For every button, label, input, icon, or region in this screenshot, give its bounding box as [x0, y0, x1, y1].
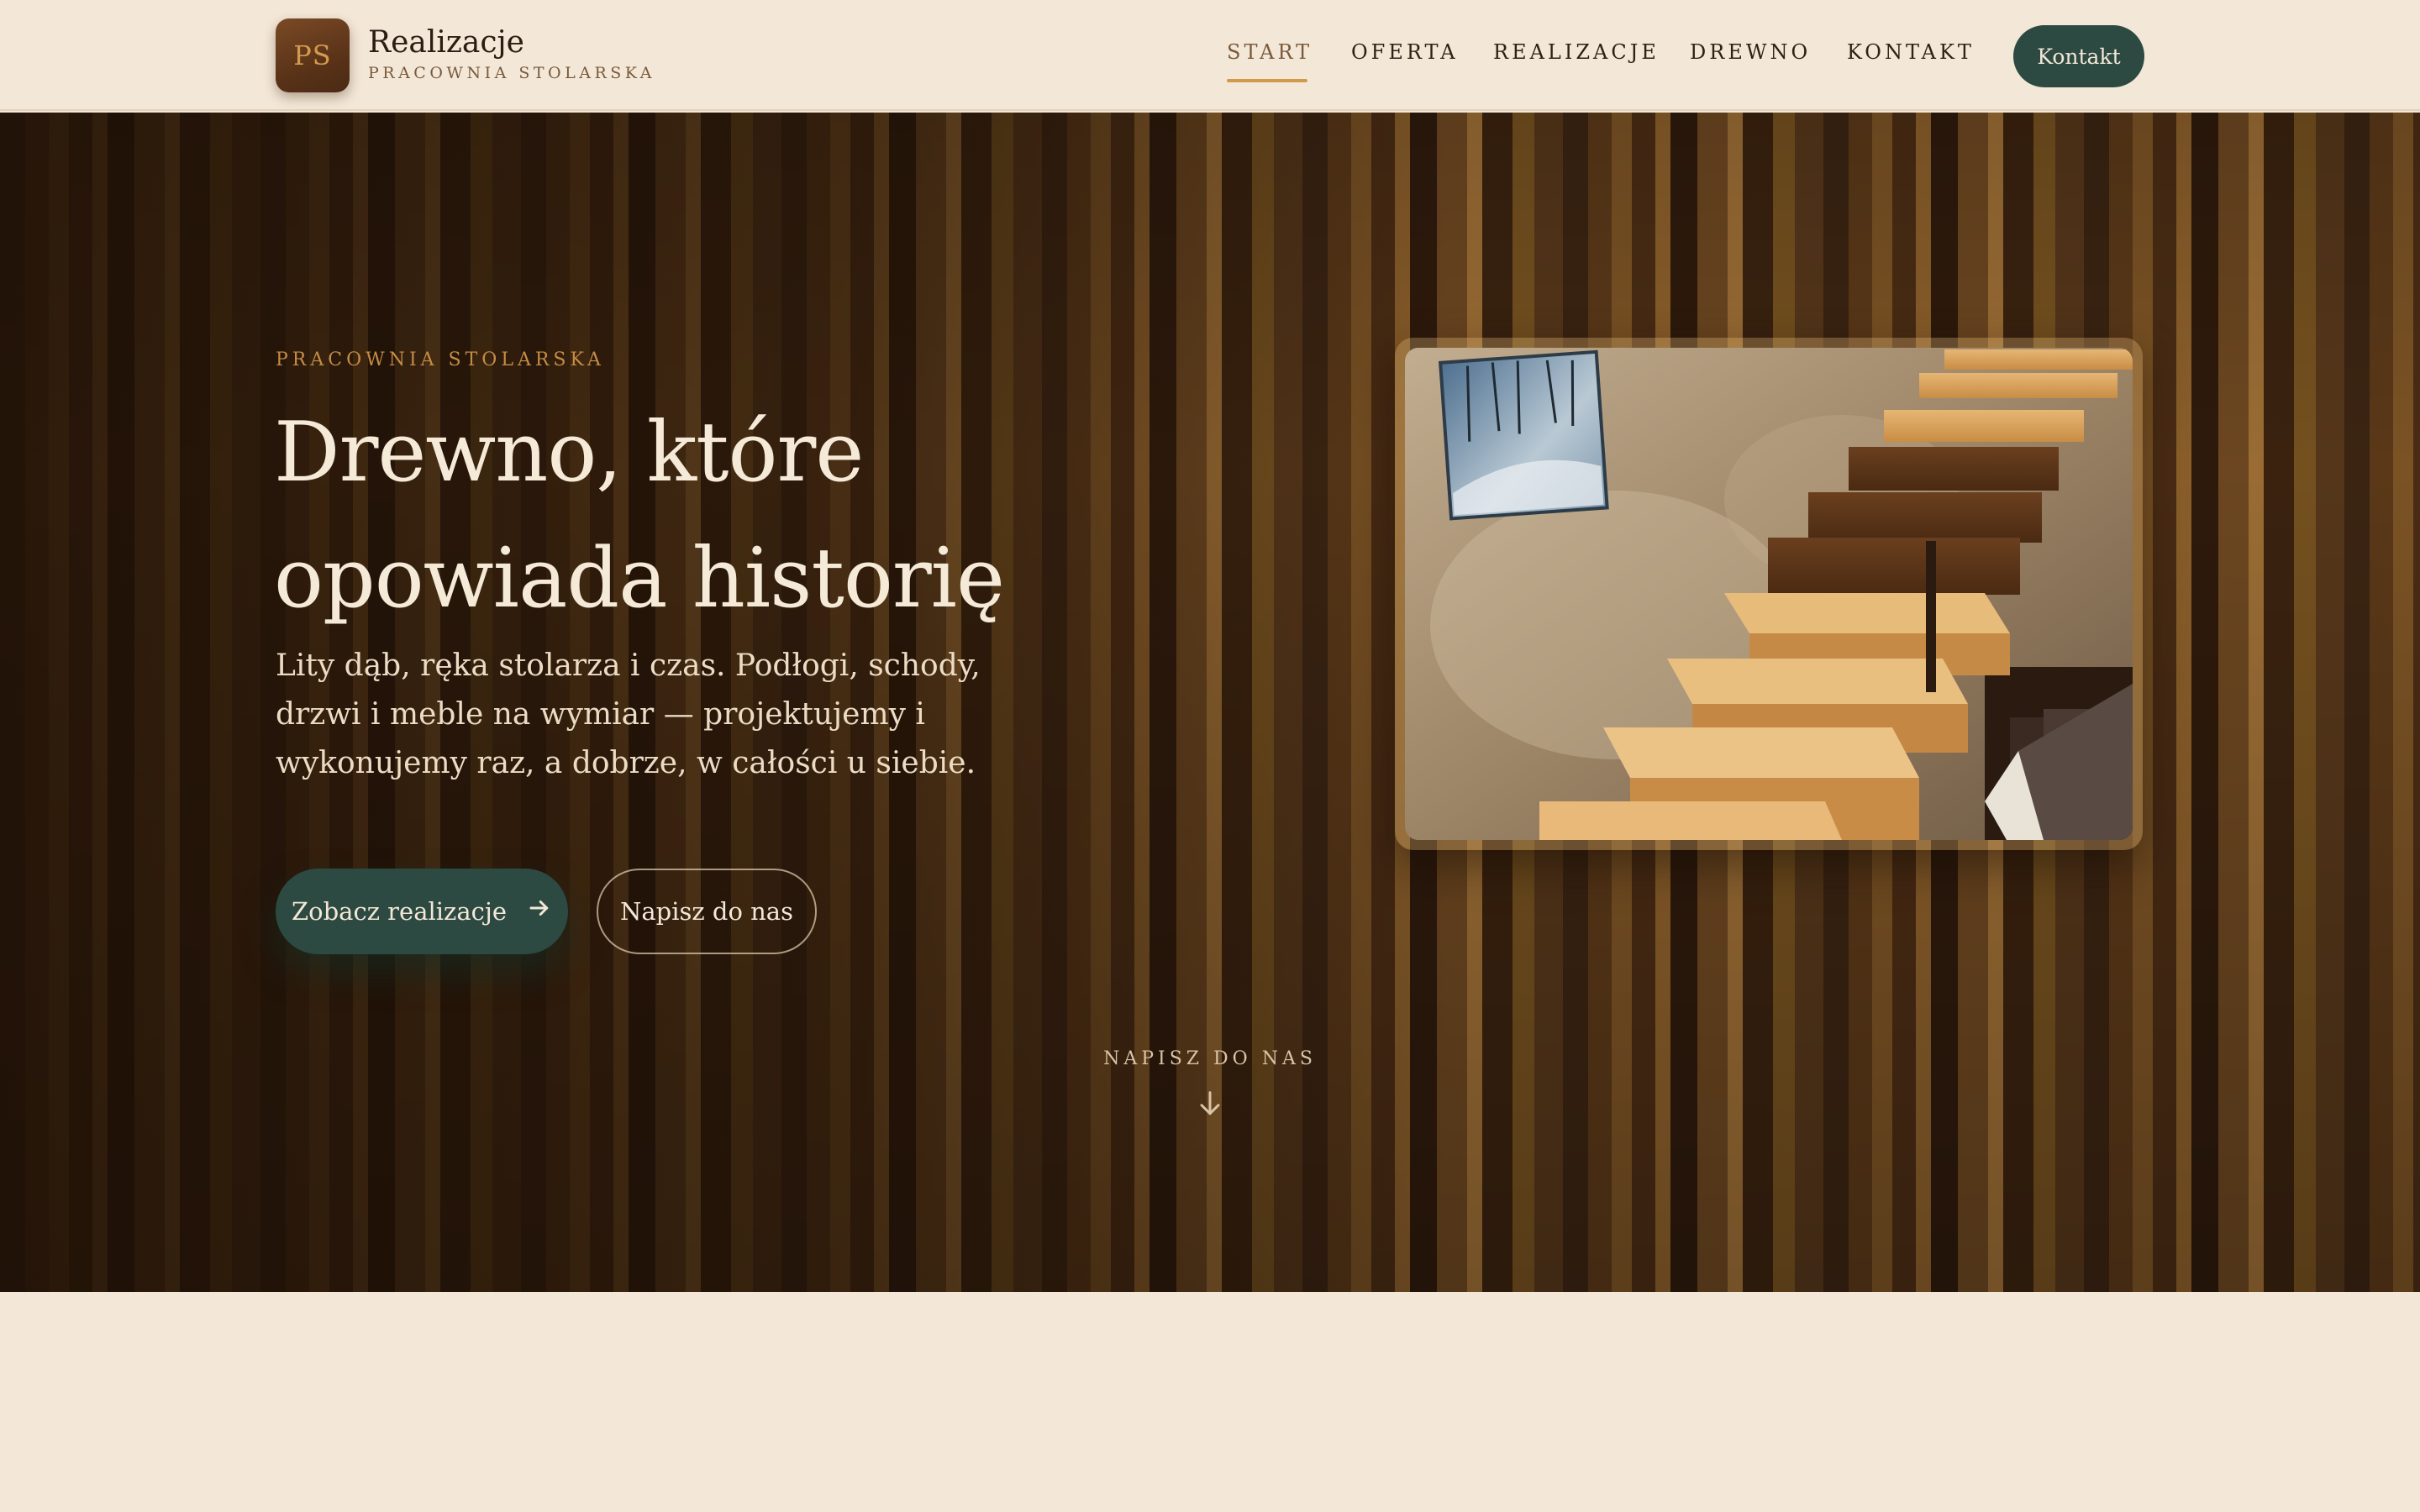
hero-title: Drewno, które opowiada historię [274, 405, 1005, 627]
hero-lead: Lity dąb, ręka stolarza i czas. Podłogi,… [276, 648, 981, 780]
contact-button[interactable]: Kontakt [2013, 25, 2144, 87]
site-header: PS Realizacje PRACOWNIA STOLARSKA START … [0, 0, 2420, 111]
hero-image-frame [1395, 338, 2143, 850]
nav-active-indicator [1227, 79, 1307, 82]
arrow-right-icon [527, 895, 552, 927]
see-projects-button[interactable]: Zobacz realizacje [276, 869, 568, 954]
nav-item-realizacje[interactable]: REALIZACJE [1493, 40, 1660, 64]
nav-item-oferta[interactable]: OFERTA [1351, 40, 1459, 64]
nav-item-kontakt[interactable]: KONTAKT [1847, 40, 1975, 64]
hero-eyebrow: PRACOWNIA STOLARSKA [276, 349, 605, 370]
nav-item-start[interactable]: START [1227, 40, 1313, 64]
hero-section: PRACOWNIA STOLARSKA Drewno, które opowia… [0, 113, 2420, 1292]
page-bottom-area [0, 1292, 2420, 1512]
arrow-down-icon[interactable] [1193, 1087, 1227, 1121]
write-to-us-button[interactable]: Napisz do nas [597, 869, 817, 954]
stairs-illustration [1405, 348, 2133, 840]
nav-item-drewno[interactable]: DREWNO [1690, 40, 1811, 64]
hero-image [1405, 348, 2133, 840]
see-projects-label: Zobacz realizacje [291, 897, 508, 926]
scroll-hint[interactable]: NAPISZ DO NAS [1042, 1048, 1378, 1069]
